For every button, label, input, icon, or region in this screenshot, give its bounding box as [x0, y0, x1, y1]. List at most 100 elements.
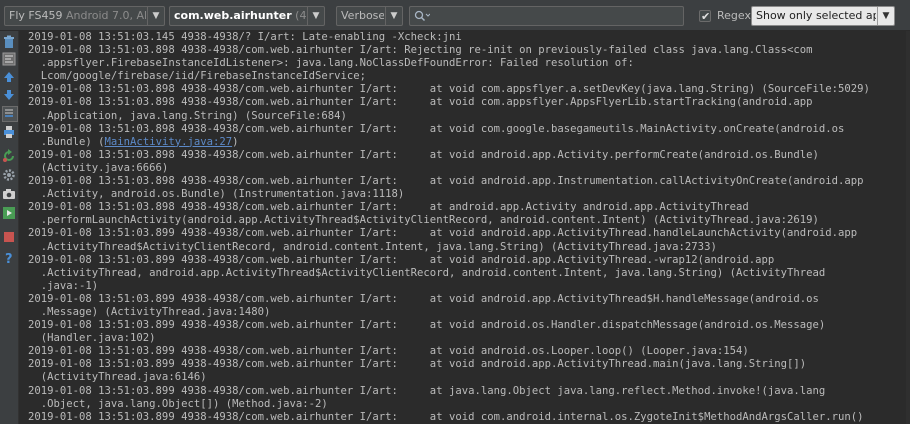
log-line-text: 2019-01-08 13:51:03.898 4938-4938/com.we… — [28, 83, 870, 96]
log-line-text: .java:-1) — [28, 279, 99, 292]
log-line-text: 2019-01-08 13:51:03.899 4938-4938/com.we… — [28, 410, 864, 423]
process-dropdown-label: com.web.airhunter (4938) — [174, 7, 306, 25]
source-link[interactable]: MainActivity.java:27 — [105, 136, 233, 148]
device-dropdown[interactable]: Fly FS459 Android 7.0, AI ▼ — [4, 6, 165, 26]
log-line: 2019-01-08 13:51:03.899 4938-4938/com.we… — [28, 227, 906, 240]
log-line-text: 2019-01-08 13:51:03.899 4938-4938/com.we… — [28, 345, 749, 358]
checkbox-icon: ✔ — [699, 10, 711, 23]
search-input[interactable] — [434, 8, 679, 24]
log-line-text: 2019-01-08 13:51:03.899 4938-4938/com.we… — [28, 358, 807, 371]
log-line: 2019-01-08 13:51:03.898 4938-4938/com.we… — [28, 175, 906, 188]
stop-icon[interactable] — [2, 230, 16, 244]
log-line: .performLaunchActivity(android.app.Activ… — [28, 214, 906, 227]
log-line: 2019-01-08 13:51:03.899 4938-4938/com.we… — [28, 411, 906, 424]
log-line-text: 2019-01-08 13:51:03.898 4938-4938/com.we… — [28, 122, 845, 135]
log-line-text: .ActivityThread, android.app.ActivityThr… — [28, 266, 826, 279]
device-os: Android 7.0, AI — [66, 9, 146, 22]
log-line: 2019-01-08 13:51:03.145 4938-4938/? I/ar… — [28, 31, 906, 44]
log-line-text: .Object, java.lang.Object[]) (Method.jav… — [28, 397, 328, 410]
print-icon[interactable] — [2, 125, 16, 139]
log-line-text: 2019-01-08 13:51:03.145 4938-4938/? I/ar… — [28, 31, 462, 43]
log-line-text: .Message) (ActivityThread.java:1480) — [28, 305, 271, 318]
scroll-down-icon[interactable] — [2, 88, 16, 102]
log-line: 2019-01-08 13:51:03.898 4938-4938/com.we… — [28, 96, 906, 109]
device-dropdown-label: Fly FS459 Android 7.0, AI — [9, 7, 146, 25]
process-dropdown[interactable]: com.web.airhunter (4938) ▼ — [169, 6, 325, 26]
regex-label: Regex — [717, 9, 751, 22]
chevron-down-icon: ▼ — [307, 7, 324, 25]
log-line-text: .Activity, android.os.Bundle) (Instrumen… — [28, 188, 405, 201]
soft-wrap-icon[interactable] — [2, 52, 16, 66]
log-line-text: 2019-01-08 13:51:03.898 4938-4938/com.we… — [28, 201, 749, 214]
log-line-text: .appsflyer.FirebaseInstanceIdListener>: … — [28, 57, 634, 70]
log-line: 2019-01-08 13:51:03.899 4938-4938/com.we… — [28, 293, 906, 306]
log-line-text: (Activity.java:6666) — [28, 161, 169, 174]
restart-icon[interactable] — [2, 149, 16, 163]
log-line: .ActivityThread, android.app.ActivityThr… — [28, 267, 906, 280]
log-scrollbar[interactable] — [906, 31, 910, 424]
help-icon[interactable]: ? — [2, 251, 16, 265]
svg-text:?: ? — [5, 252, 13, 265]
log-line-text: 2019-01-08 13:51:03.899 4938-4938/com.we… — [28, 253, 775, 266]
log-line: .Object, java.lang.Object[]) (Method.jav… — [28, 398, 906, 411]
log-line: 2019-01-08 13:51:03.898 4938-4938/com.we… — [28, 201, 906, 214]
log-line: .Application, java.lang.String) (SourceF… — [28, 110, 906, 123]
logcat-toolbar: Fly FS459 Android 7.0, AI ▼ com.web.airh… — [0, 0, 910, 31]
log-line-text: (Handler.java:102) — [28, 332, 156, 345]
chevron-down-icon: ▼ — [385, 7, 402, 25]
log-line: 2019-01-08 13:51:03.898 4938-4938/com.we… — [28, 123, 906, 136]
log-line: .java:-1) — [28, 280, 906, 293]
chevron-down-icon: ▼ — [147, 7, 164, 25]
chevron-down-icon: ▼ — [877, 7, 894, 25]
log-line-text: .performLaunchActivity(android.app.Activ… — [28, 214, 819, 227]
log-line: (Handler.java:102) — [28, 332, 906, 345]
logcat-output[interactable]: 2019-01-08 13:51:03.145 4938-4938/? I/ar… — [28, 31, 906, 424]
log-line-text: 2019-01-08 13:51:03.898 4938-4938/com.we… — [28, 96, 813, 109]
log-level-dropdown[interactable]: Verbose ▼ — [336, 6, 403, 26]
log-line-text: .Application, java.lang.String) (SourceF… — [28, 109, 347, 122]
log-line-text: (ActivityThread.java:6146) — [28, 371, 207, 384]
process-name: com.web.airhunter — [174, 9, 292, 22]
log-line-text: .ActivityThread$ActivityClientRecord, an… — [28, 240, 717, 253]
log-line-text: 2019-01-08 13:51:03.899 4938-4938/com.we… — [28, 292, 819, 305]
log-line-text: 2019-01-08 13:51:03.899 4938-4938/com.we… — [28, 227, 858, 240]
log-line-text: 2019-01-08 13:51:03.898 4938-4938/com.we… — [28, 148, 819, 161]
log-line: .appsflyer.FirebaseInstanceIdListener>: … — [28, 57, 906, 70]
log-line-text: Lcom/google/firebase/iid/FirebaseInstanc… — [28, 70, 367, 83]
log-line: 2019-01-08 13:51:03.898 4938-4938/com.we… — [28, 83, 906, 96]
log-line-text: 2019-01-08 13:51:03.899 4938-4938/com.we… — [28, 384, 826, 397]
search-icon — [414, 10, 430, 22]
trash-icon[interactable] — [2, 35, 16, 49]
log-line: 2019-01-08 13:51:03.899 4938-4938/com.we… — [28, 254, 906, 267]
scroll-to-end-icon[interactable] — [2, 106, 18, 122]
log-line: (ActivityThread.java:6146) — [28, 371, 906, 384]
log-line: .ActivityThread$ActivityClientRecord, an… — [28, 241, 906, 254]
log-line: (Activity.java:6666) — [28, 162, 906, 175]
log-line: 2019-01-08 13:51:03.898 4938-4938/com.we… — [28, 44, 906, 57]
scroll-up-icon[interactable] — [2, 70, 16, 84]
log-line: 2019-01-08 13:51:03.899 4938-4938/com.we… — [28, 345, 906, 358]
log-line-text: 2019-01-08 13:51:03.899 4938-4938/com.we… — [28, 319, 826, 332]
log-line-text: ) — [232, 135, 239, 148]
log-line: .Activity, android.os.Bundle) (Instrumen… — [28, 188, 906, 201]
log-line: 2019-01-08 13:51:03.898 4938-4938/com.we… — [28, 149, 906, 162]
screen-record-icon[interactable] — [2, 206, 16, 220]
log-line: Lcom/google/firebase/iid/FirebaseInstanc… — [28, 70, 906, 83]
settings-icon[interactable] — [2, 168, 16, 182]
filter-config-value: Show only selected applica — [756, 9, 876, 22]
device-name: Fly FS459 — [9, 9, 63, 22]
log-level-value: Verbose — [341, 9, 384, 22]
log-line-text: .Bundle) ( — [28, 135, 105, 148]
filter-config-dropdown[interactable]: Show only selected applica ▼ — [751, 6, 895, 26]
process-pid: (4938) — [295, 9, 306, 22]
search-field[interactable] — [409, 6, 684, 26]
logcat-side-toolbar: ? — [0, 31, 19, 424]
log-line: 2019-01-08 13:51:03.899 4938-4938/com.we… — [28, 358, 906, 371]
log-line: .Message) (ActivityThread.java:1480) — [28, 306, 906, 319]
log-line: .Bundle) (MainActivity.java:27) — [28, 136, 906, 149]
log-line: 2019-01-08 13:51:03.899 4938-4938/com.we… — [28, 319, 906, 332]
log-line-text: 2019-01-08 13:51:03.898 4938-4938/com.we… — [28, 175, 864, 188]
log-line-text: 2019-01-08 13:51:03.898 4938-4938/com.we… — [28, 44, 813, 57]
log-line: 2019-01-08 13:51:03.899 4938-4938/com.we… — [28, 385, 906, 398]
screenshot-icon[interactable] — [2, 187, 16, 201]
